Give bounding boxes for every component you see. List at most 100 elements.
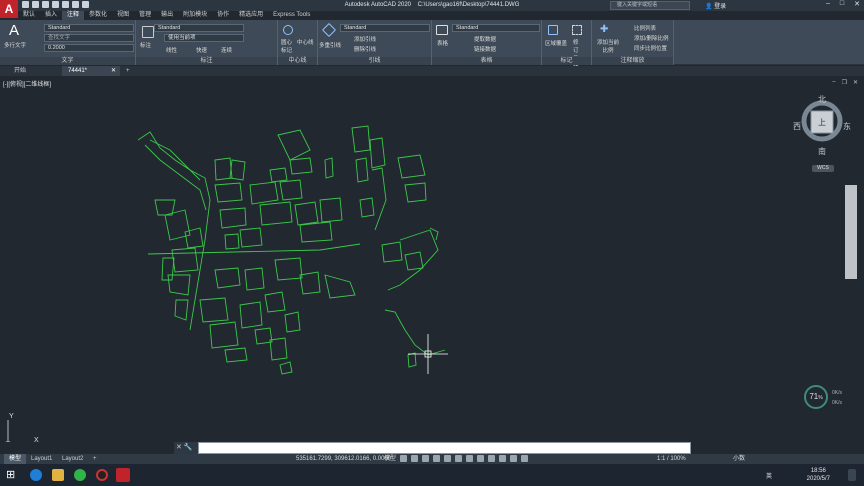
dim-style-select[interactable]: Standard: [154, 24, 244, 32]
otrack-icon[interactable]: [455, 455, 463, 462]
viewcube-east[interactable]: 东: [843, 121, 851, 132]
viewcube-top-face[interactable]: 上: [818, 117, 826, 128]
autocad-logo[interactable]: A: [0, 0, 18, 18]
login-button[interactable]: 👤 登录: [705, 1, 726, 10]
drawing-canvas[interactable]: Y X: [0, 76, 864, 442]
leader-style-select[interactable]: Standard: [340, 24, 430, 32]
tab-default[interactable]: 默认: [18, 11, 40, 20]
centerline-button[interactable]: 中心线: [297, 38, 314, 46]
drawing-minimize-button[interactable]: –: [832, 79, 835, 86]
model-space-toggle[interactable]: 模型: [384, 455, 396, 463]
linear-button[interactable]: 线性: [166, 46, 177, 54]
table-button[interactable]: 表格: [437, 39, 448, 47]
annotation-scale[interactable]: 1:1 / 100%: [657, 454, 686, 464]
wipeout-icon[interactable]: [548, 25, 558, 35]
new-tab-button[interactable]: +: [120, 66, 136, 76]
multileader-icon[interactable]: [321, 22, 337, 38]
snap-icon[interactable]: [411, 455, 419, 462]
selection-cycling-icon[interactable]: [488, 455, 496, 462]
tab-featured-apps[interactable]: 精选应用: [234, 11, 268, 20]
dimension-icon[interactable]: [142, 26, 154, 38]
maximize-button[interactable]: □: [840, 0, 844, 8]
close-button[interactable]: ✕: [854, 0, 860, 8]
find-text-input[interactable]: 查找文字: [44, 34, 134, 42]
tab-layout1[interactable]: Layout1: [26, 454, 57, 464]
multileader-button[interactable]: 多重引线: [319, 41, 341, 49]
viewcube-south[interactable]: 南: [818, 146, 826, 157]
system-clock[interactable]: 18:56 2020/5/7: [807, 467, 830, 483]
wcs-menu[interactable]: WCS: [812, 165, 834, 172]
coordinate-readout[interactable]: 535161.7299, 309612.0166, 0.0000: [296, 454, 391, 464]
mtext-icon[interactable]: A: [9, 22, 19, 39]
tab-view[interactable]: 视图: [112, 11, 134, 20]
command-line-controls[interactable]: ✕ 🔧: [174, 442, 198, 454]
center-mark-button[interactable]: 圆心标记: [281, 38, 297, 54]
tab-drawing-74441[interactable]: 74441* ✕: [62, 66, 120, 76]
annotation-visibility-icon[interactable]: [499, 455, 507, 462]
sync-scale-button[interactable]: 同步比例位置: [634, 44, 667, 52]
add-layout-button[interactable]: +: [88, 454, 102, 464]
input-method-indicator[interactable]: 英: [766, 471, 772, 480]
tab-start[interactable]: 开始: [8, 66, 32, 76]
auto-scale-icon[interactable]: [510, 455, 518, 462]
viewport-controls-label[interactable]: [-][俯视][二维线框]: [3, 79, 51, 88]
tab-insert[interactable]: 插入: [40, 11, 62, 20]
minimize-button[interactable]: –: [826, 0, 830, 8]
workspace-icon[interactable]: [521, 455, 529, 462]
scale-list-button[interactable]: 比例列表: [634, 24, 656, 32]
lineweight-icon[interactable]: [466, 455, 474, 462]
file-explorer-icon[interactable]: [52, 469, 64, 481]
tab-annotate[interactable]: 注释: [62, 11, 85, 20]
tab-parametric[interactable]: 参数化: [84, 11, 112, 20]
tab-output[interactable]: 输出: [156, 11, 178, 20]
table-icon[interactable]: [436, 25, 448, 35]
tab-addins[interactable]: 附加模块: [178, 11, 212, 20]
edge-browser-icon[interactable]: [30, 469, 42, 481]
table-panel-title[interactable]: 表格: [432, 57, 541, 65]
tab-model[interactable]: 模型: [4, 454, 27, 464]
text-height-select[interactable]: 0.2000: [44, 44, 134, 52]
windows-start-icon[interactable]: ⊞: [6, 468, 18, 481]
leader-panel-title[interactable]: 引线: [318, 57, 431, 65]
continue-dim-button[interactable]: 连续: [221, 46, 232, 54]
search-input[interactable]: 键入关键字或短语: [610, 1, 690, 10]
extract-data-button[interactable]: 提取数据: [474, 35, 496, 43]
quick-dim-button[interactable]: 快速: [196, 46, 207, 54]
osnap-icon[interactable]: [444, 455, 452, 462]
close-command-icon[interactable]: ✕: [176, 444, 182, 451]
add-leader-button[interactable]: 添加引线: [354, 35, 376, 43]
add-delete-scale-button[interactable]: 添加/删除比例: [634, 34, 669, 42]
center-mark-icon[interactable]: [283, 25, 293, 35]
table-style-select[interactable]: Standard: [452, 24, 540, 32]
viewcube[interactable]: 北 南 东 西 上: [793, 94, 851, 157]
dimension-button[interactable]: 标注: [140, 41, 151, 49]
remove-leader-button[interactable]: 删除引线: [354, 45, 376, 53]
markup-panel-title[interactable]: 标记: [542, 57, 591, 65]
viewcube-north[interactable]: 北: [818, 94, 826, 105]
mtext-button[interactable]: 多行文字: [4, 41, 26, 49]
text-style-select[interactable]: Standard: [44, 24, 134, 32]
navigation-bar[interactable]: [845, 185, 857, 279]
tab-collaborate[interactable]: 协作: [212, 11, 234, 20]
add-scale-icon[interactable]: ✚: [600, 24, 610, 35]
customize-command-icon[interactable]: 🔧: [184, 444, 193, 451]
autocad-taskbar-icon[interactable]: [116, 468, 130, 482]
wipeout-button[interactable]: 区域覆盖: [545, 39, 567, 47]
dim-panel-title[interactable]: 标注: [136, 57, 277, 65]
text-panel-title[interactable]: 文字: [0, 57, 135, 65]
centerline-panel-title[interactable]: 中心线: [278, 57, 317, 65]
viewcube-west[interactable]: 西: [793, 121, 801, 132]
units-selector[interactable]: 小数: [733, 454, 745, 464]
link-data-button[interactable]: 链接数据: [474, 45, 496, 53]
grid-icon[interactable]: [400, 455, 408, 462]
ortho-icon[interactable]: [422, 455, 430, 462]
drawing-close-button[interactable]: ✕: [853, 79, 858, 86]
dim-layer-select[interactable]: 使用当前项: [164, 34, 244, 42]
scale-panel-title[interactable]: 注释缩放: [592, 57, 673, 65]
command-line-input[interactable]: [198, 442, 691, 454]
tab-manage[interactable]: 管理: [134, 11, 156, 20]
recorder-icon[interactable]: [96, 469, 108, 481]
add-current-scale-button[interactable]: 添加当前比例: [596, 38, 620, 54]
revcloud-icon[interactable]: [572, 25, 582, 35]
transparency-icon[interactable]: [477, 455, 485, 462]
